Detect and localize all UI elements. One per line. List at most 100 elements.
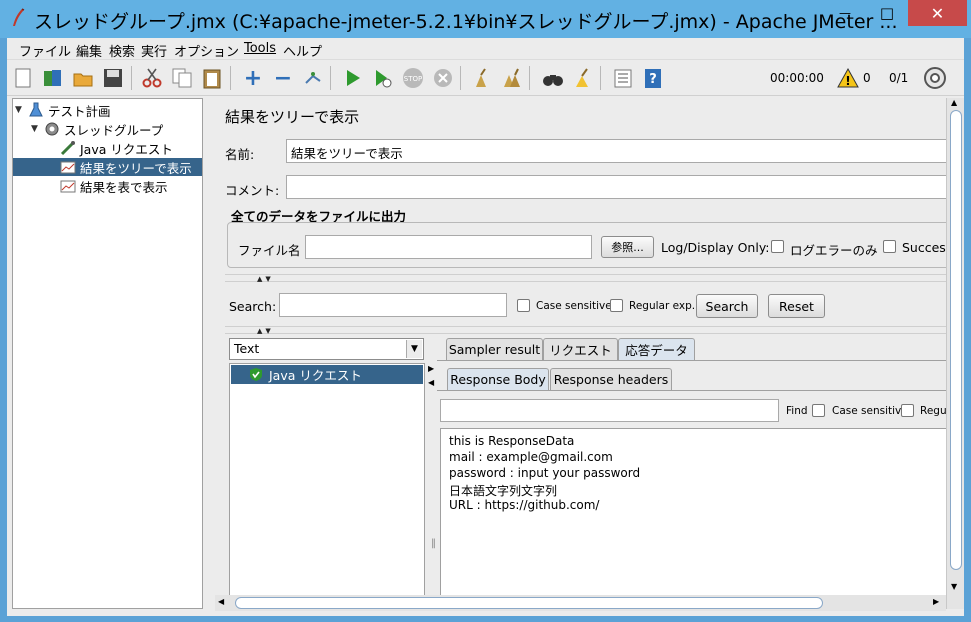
menu-tools[interactable]: Tools [244, 41, 276, 56]
inner-splitter-grip[interactable]: ‖ [431, 538, 436, 549]
svg-text:!: ! [845, 74, 850, 88]
stop-button[interactable]: STOP [400, 65, 426, 91]
tab-response-headers[interactable]: Response headers [550, 368, 672, 390]
vertical-scrollbar-thumb[interactable] [950, 110, 962, 570]
maximize-button[interactable]: □ [872, 0, 902, 26]
flask-icon [27, 102, 45, 118]
help-button[interactable]: ? [640, 65, 666, 91]
tree-item-label: 結果を表で表示 [80, 179, 168, 195]
sample-row[interactable]: Java リクエスト [231, 365, 423, 384]
expand-left-arrow-icon[interactable]: ▶ [428, 364, 434, 373]
jmeter-feather-icon [10, 8, 26, 28]
tab-response-body[interactable]: Response Body [447, 368, 549, 390]
tab-sampler-result[interactable]: Sampler result [446, 338, 543, 360]
paste-button[interactable] [199, 65, 225, 91]
splitter-arrows-icon[interactable]: ▲▼ [257, 275, 274, 283]
find-label: Find [786, 405, 808, 417]
horizontal-splitter[interactable] [225, 326, 946, 334]
find-regex-checkbox[interactable] [901, 404, 914, 417]
response-body-text[interactable]: this is ResponseData mail : example@gmai… [440, 428, 946, 609]
search-button[interactable]: Search [696, 294, 758, 318]
remote-status-button[interactable] [922, 65, 948, 91]
expand-right-arrow-icon[interactable]: ◀ [428, 378, 434, 387]
scroll-left-arrow-icon[interactable]: ◀ [218, 597, 224, 606]
svg-text:STOP: STOP [404, 75, 422, 83]
vertical-scrollbar[interactable]: ▲ ▼ [946, 98, 964, 609]
test-plan-tree[interactable]: ▼ テスト計画 ▼ スレッドグループ Java リクエスト 結果をツリーで表示 … [12, 98, 203, 609]
search-button[interactable] [540, 65, 566, 91]
copy-icon [172, 68, 192, 88]
success-shield-icon [249, 367, 263, 382]
toolbar-separator [600, 66, 601, 90]
list-icon [614, 69, 632, 88]
elapsed-timer: 00:00:00 [770, 71, 824, 85]
sample-result-list[interactable]: Java リクエスト [229, 363, 425, 609]
menu-edit[interactable]: 編集 [76, 41, 102, 60]
horizontal-scrollbar[interactable]: ◀ ▶ [215, 595, 946, 611]
minimize-button[interactable]: — [830, 0, 860, 26]
new-button[interactable] [10, 65, 36, 91]
scroll-down-arrow-icon[interactable]: ▼ [951, 582, 957, 591]
tab-response-data[interactable]: 応答データ [618, 338, 695, 360]
function-helper-button[interactable] [610, 65, 636, 91]
start-no-pauses-button[interactable] [370, 65, 396, 91]
comment-field[interactable] [286, 175, 946, 199]
scroll-right-arrow-icon[interactable]: ▶ [933, 597, 939, 606]
splitter-arrows-icon[interactable]: ▲▼ [257, 327, 274, 335]
browse-button[interactable]: 参照... [601, 236, 654, 258]
tree-item-thread-group[interactable]: ▼ スレッドグループ [31, 120, 163, 138]
tree-item-test-plan[interactable]: ▼ テスト計画 [15, 101, 111, 119]
expand-all-button[interactable]: + [240, 65, 266, 91]
response-line: this is ResponseData [449, 434, 575, 448]
successes-checkbox[interactable] [883, 240, 896, 253]
title-bar[interactable]: スレッドグループ.jmx (C:¥apache-jmeter-5.2.1¥bin… [0, 0, 971, 38]
panel-title: 結果をツリーで表示 [225, 108, 360, 126]
tree-item-java-request[interactable]: Java リクエスト [59, 139, 173, 157]
collapse-triangle-icon[interactable]: ▼ [31, 124, 43, 134]
clear-button[interactable] [469, 65, 495, 91]
name-field[interactable]: 結果をツリーで表示 [286, 139, 946, 163]
save-button[interactable] [100, 65, 126, 91]
search-input[interactable] [279, 293, 507, 317]
renderer-select[interactable]: Text ▼ [229, 338, 424, 360]
cut-button[interactable] [139, 65, 165, 91]
reset-button[interactable]: Reset [768, 294, 825, 318]
svg-text:?: ? [649, 72, 657, 87]
tree-item-label: 結果をツリーで表示 [80, 160, 192, 176]
tab-request[interactable]: リクエスト [543, 338, 618, 360]
collapse-all-button[interactable]: − [270, 65, 296, 91]
clear-all-button[interactable] [499, 65, 525, 91]
tree-item-view-results-table[interactable]: 結果を表で表示 [59, 177, 168, 195]
menu-file[interactable]: ファイル [19, 41, 71, 60]
case-sensitive-checkbox[interactable] [517, 299, 530, 312]
brooms-icon [504, 68, 520, 87]
templates-button[interactable] [40, 65, 66, 91]
find-input[interactable] [440, 399, 779, 422]
toggle-button[interactable] [300, 65, 326, 91]
menu-help[interactable]: ヘルプ [283, 41, 322, 60]
tree-item-view-results-tree[interactable]: 結果をツリーで表示 [13, 158, 202, 176]
reset-broom-icon [576, 68, 588, 87]
regular-exp-checkbox[interactable] [610, 299, 623, 312]
close-button[interactable]: ✕ [908, 0, 967, 26]
filename-field[interactable] [305, 235, 592, 259]
gear-icon [43, 121, 61, 137]
toolbar-separator [131, 66, 132, 90]
horizontal-scrollbar-thumb[interactable] [235, 597, 823, 609]
start-button[interactable] [340, 65, 366, 91]
collapse-triangle-icon[interactable]: ▼ [15, 105, 27, 115]
horizontal-splitter[interactable] [225, 274, 946, 282]
reset-search-button[interactable] [570, 65, 596, 91]
find-case-sensitive-checkbox[interactable] [812, 404, 825, 417]
copy-button[interactable] [169, 65, 195, 91]
open-button[interactable] [70, 65, 96, 91]
scroll-up-arrow-icon[interactable]: ▲ [951, 98, 957, 107]
chevron-down-icon[interactable]: ▼ [406, 340, 422, 358]
warning-indicator[interactable]: ! [835, 65, 861, 91]
shutdown-button[interactable] [430, 65, 456, 91]
menu-options[interactable]: オプション [174, 41, 239, 60]
vertical-splitter[interactable] [205, 98, 213, 609]
errors-only-checkbox[interactable] [771, 240, 784, 253]
menu-run[interactable]: 実行 [141, 41, 167, 60]
menu-search[interactable]: 検索 [109, 41, 135, 60]
